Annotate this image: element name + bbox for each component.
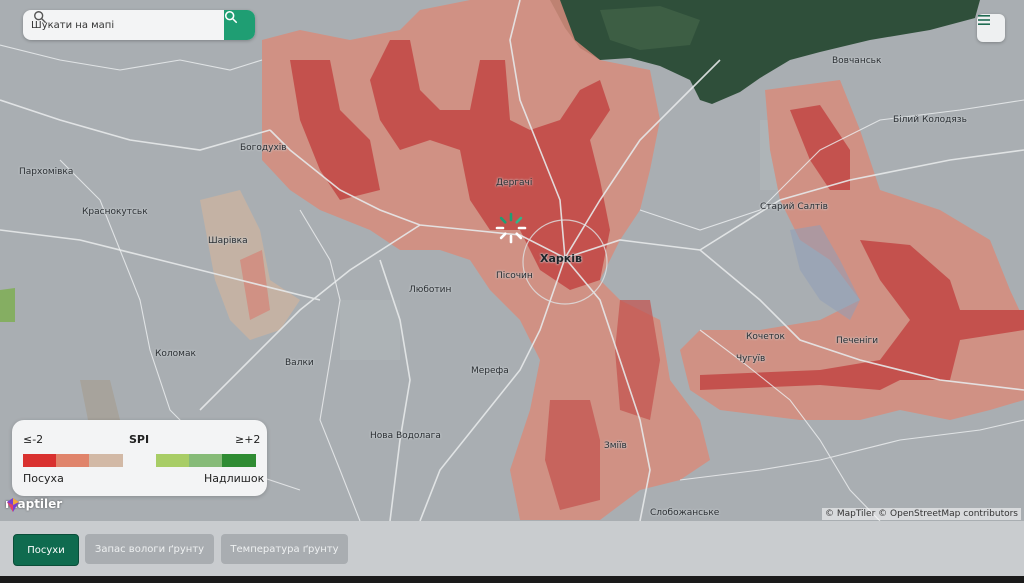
place-label: Нова Водолага xyxy=(370,431,441,441)
search-icon xyxy=(224,10,238,24)
place-label: Дергачі xyxy=(496,178,533,188)
maptiler-logo-icon xyxy=(7,498,19,512)
legend-dry-label: Посуха xyxy=(23,472,64,485)
legend-max-label: ≥+2 xyxy=(235,433,261,446)
search-button[interactable] xyxy=(224,10,255,40)
map-canvas[interactable]: Харків Дергачі Пісочин Люботин Мерефа Бо… xyxy=(0,0,1024,521)
place-label: Вовчанськ xyxy=(832,56,882,66)
place-label: Шарівка xyxy=(208,236,248,246)
map-attribution[interactable]: © MapTiler © OpenStreetMap contributors xyxy=(821,508,1021,520)
menu-button[interactable] xyxy=(977,14,1005,42)
place-label: Богодухів xyxy=(240,143,287,153)
place-label: Слобожанське xyxy=(650,508,720,518)
hamburger-menu-icon xyxy=(978,15,990,25)
tab-soil-temperature[interactable]: Температура ґрунту xyxy=(221,534,348,564)
place-label: Коломак xyxy=(155,349,196,359)
maptiler-logo[interactable]: maptiler xyxy=(5,497,62,512)
legend-swatch xyxy=(189,454,222,467)
spi-legend: ≤-2 SPI ≥+2 Посуха Надлишок xyxy=(12,420,267,496)
legend-min-label: ≤-2 xyxy=(23,433,44,446)
place-label: Валки xyxy=(285,358,314,368)
place-label-kharkiv: Харків xyxy=(540,252,582,265)
layer-tab-bar: Посухи Запас вологи ґрунту Температура ґ… xyxy=(0,521,1024,576)
tab-drought[interactable]: Посухи xyxy=(13,534,79,566)
place-label: Краснокутськ xyxy=(82,207,148,217)
legend-wet-label: Надлишок xyxy=(204,472,265,485)
loading-spinner-icon xyxy=(495,212,527,244)
place-label: Люботин xyxy=(409,285,452,295)
place-label: Пісочин xyxy=(496,271,533,281)
search-input[interactable] xyxy=(29,18,193,32)
tab-soil-moisture[interactable]: Запас вологи ґрунту xyxy=(85,534,214,564)
legend-swatch xyxy=(156,454,189,467)
place-label: Кочеток xyxy=(746,332,785,342)
search-icon xyxy=(34,11,46,23)
legend-swatch xyxy=(23,454,56,467)
legend-swatch xyxy=(222,454,256,467)
place-label: Чугуїв xyxy=(736,354,766,364)
legend-swatch xyxy=(89,454,123,467)
search-box xyxy=(23,10,255,40)
footer-strip xyxy=(0,576,1024,583)
place-label: Пархомівка xyxy=(19,167,74,177)
legend-swatch xyxy=(56,454,89,467)
place-label: Печеніги xyxy=(836,336,879,346)
legend-title: SPI xyxy=(129,433,150,446)
place-label: Мерефа xyxy=(471,366,509,376)
place-label: Старий Салтів xyxy=(760,202,828,212)
place-label: Білий Колодязь xyxy=(893,115,967,125)
place-label: Зміїв xyxy=(604,441,627,451)
